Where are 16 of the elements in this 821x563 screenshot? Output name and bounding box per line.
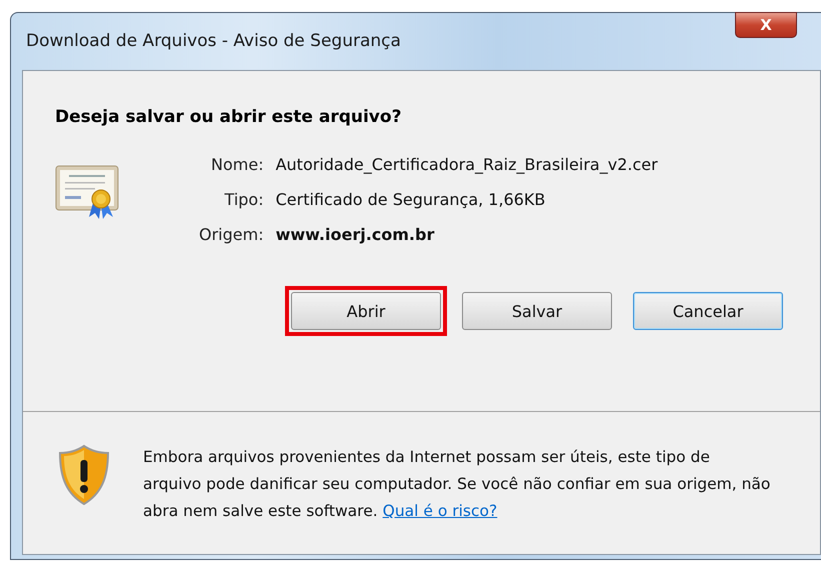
dialog-button[interactable]: Abrir	[291, 292, 441, 330]
window-title: Download de Arquivos - Aviso de Segurança	[26, 30, 401, 50]
field-label: Tipo:	[224, 190, 264, 209]
risk-link[interactable]: Qual é o risco?	[382, 502, 498, 520]
field-label: Nome:	[210, 155, 264, 174]
field-label: Origem:	[199, 225, 264, 244]
field-value: Autoridade_Certificadora_Raiz_Brasileira_v2.cer	[276, 155, 658, 174]
dialog-button[interactable]: Salvar	[462, 292, 612, 330]
field-value: Certificado de Segurança, 1,66KB	[276, 190, 546, 209]
close-button[interactable]: X	[735, 12, 797, 38]
warning-text: Embora arquivos provenientes da Internet possam ser úteis, este tipo de arquivo pode danificar seu computador. Se você não confiar em sua origem, não abra nem salve este software. Qual é o risco?	[143, 447, 772, 522]
field-value: www.ioerj.com.br	[276, 225, 436, 244]
warning-shield-icon	[57, 444, 111, 506]
certificate-icon	[55, 165, 119, 221]
dialog-button[interactable]: Cancelar	[633, 292, 783, 330]
dialog-question: Deseja salvar ou abrir este arquivo?	[55, 107, 402, 127]
